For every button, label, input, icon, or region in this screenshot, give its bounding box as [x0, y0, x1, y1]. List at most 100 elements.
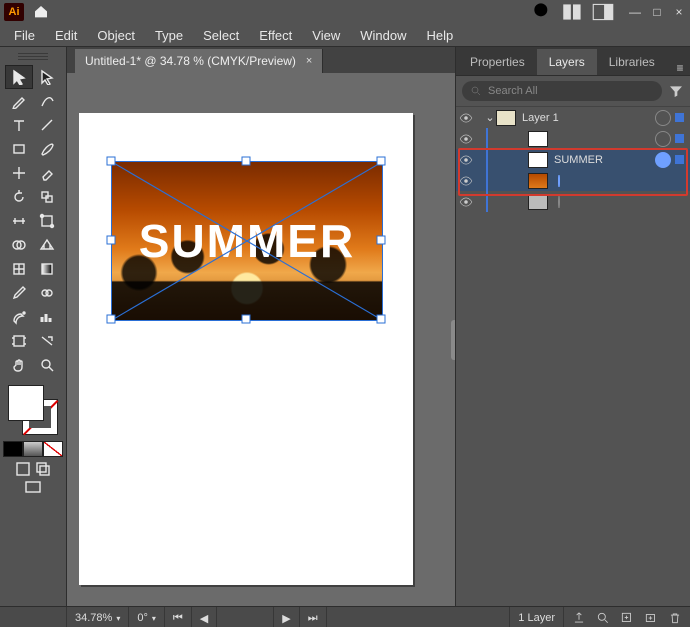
layer-name[interactable]: Layer 1	[522, 112, 651, 124]
direct-selection-tool[interactable]	[33, 65, 61, 89]
delete-layer-icon[interactable]	[668, 611, 682, 625]
layer-row[interactable]	[456, 128, 690, 149]
color-mode-swatch[interactable]	[23, 441, 43, 457]
visibility-toggle[interactable]	[456, 153, 476, 167]
visibility-toggle[interactable]	[456, 132, 476, 146]
fill-swatch[interactable]	[8, 385, 44, 421]
layer-twisty[interactable]: ⌄	[484, 111, 496, 124]
target-button[interactable]	[558, 196, 560, 208]
visibility-toggle[interactable]	[456, 111, 476, 125]
eraser-tool[interactable]	[33, 161, 61, 185]
locate-object-icon[interactable]	[596, 611, 610, 625]
zoom-level[interactable]: 34.78%▾	[67, 607, 129, 627]
target-button[interactable]	[655, 110, 671, 126]
selection-handle[interactable]	[377, 315, 386, 324]
new-layer-icon[interactable]	[644, 611, 658, 625]
artboard-nav-next[interactable]: ▶	[274, 607, 299, 627]
selection-handle[interactable]	[107, 157, 116, 166]
menu-file[interactable]: File	[4, 26, 45, 45]
rotate-tool[interactable]	[5, 185, 33, 209]
document-tab[interactable]: Untitled-1* @ 34.78 % (CMYK/Preview) ×	[75, 49, 323, 73]
window-close-button[interactable]: ×	[668, 3, 690, 21]
menu-edit[interactable]: Edit	[45, 26, 87, 45]
artboard-number[interactable]	[217, 607, 274, 627]
artboard-nav-last[interactable]: ⏭	[300, 607, 327, 627]
rectangle-tool[interactable]	[5, 137, 33, 161]
search-button[interactable]	[530, 2, 556, 22]
screen-mode-button[interactable]	[25, 479, 41, 495]
artboard-nav-prev[interactable]: ◀	[192, 607, 217, 627]
menu-effect[interactable]: Effect	[249, 26, 302, 45]
target-button[interactable]	[558, 175, 560, 187]
artboard-nav-first[interactable]: ⏮	[165, 607, 192, 627]
blend-tool[interactable]	[33, 281, 61, 305]
menu-help[interactable]: Help	[416, 26, 463, 45]
artboard-tool[interactable]	[5, 329, 33, 353]
panel-tab-properties[interactable]: Properties	[458, 49, 537, 75]
type-tool[interactable]	[5, 113, 33, 137]
menu-view[interactable]: View	[302, 26, 350, 45]
panel-tab-libraries[interactable]: Libraries	[597, 49, 667, 75]
gradient-tool[interactable]	[33, 257, 61, 281]
draw-mode-normal[interactable]	[15, 461, 31, 477]
visibility-toggle[interactable]	[456, 195, 476, 209]
zoom-tool[interactable]	[33, 353, 61, 377]
target-button[interactable]	[655, 131, 671, 147]
selection-handle[interactable]	[377, 236, 386, 245]
new-sublayer-icon[interactable]	[620, 611, 634, 625]
layer-name[interactable]	[554, 196, 690, 208]
target-button[interactable]	[655, 152, 671, 168]
layers-search-input[interactable]: Search All	[462, 81, 662, 101]
draw-mode-behind[interactable]	[35, 461, 51, 477]
layer-name[interactable]: SUMMER	[554, 154, 651, 166]
home-button[interactable]	[28, 2, 54, 22]
selection-handle[interactable]	[242, 315, 251, 324]
slice-tool[interactable]	[33, 329, 61, 353]
pen-tool[interactable]	[5, 89, 33, 113]
eyedropper-tool[interactable]	[5, 281, 33, 305]
menu-type[interactable]: Type	[145, 26, 193, 45]
color-mode-swatch[interactable]	[43, 441, 63, 457]
filter-icon[interactable]	[668, 83, 684, 99]
panel-menu-button[interactable]: ≡	[670, 61, 690, 75]
selection-handle[interactable]	[107, 315, 116, 324]
visibility-toggle[interactable]	[456, 174, 476, 188]
selection-handle[interactable]	[242, 157, 251, 166]
paintbrush-tool[interactable]	[33, 137, 61, 161]
workspace-switcher-button[interactable]	[590, 2, 616, 22]
shaper-tool[interactable]	[5, 161, 33, 185]
mesh-tool[interactable]	[5, 257, 33, 281]
export-icon[interactable]	[572, 611, 586, 625]
line-tool[interactable]	[33, 113, 61, 137]
selection-handle[interactable]	[377, 157, 386, 166]
layer-name[interactable]	[554, 175, 690, 187]
column-graph-tool[interactable]	[33, 305, 61, 329]
scale-tool[interactable]	[33, 185, 61, 209]
menu-object[interactable]: Object	[87, 26, 145, 45]
perspective-tool[interactable]	[33, 233, 61, 257]
menu-select[interactable]: Select	[193, 26, 249, 45]
arrange-documents-button[interactable]	[560, 2, 586, 22]
hand-tool[interactable]	[5, 353, 33, 377]
color-mode-swatch[interactable]	[3, 441, 23, 457]
layer-row[interactable]	[456, 170, 690, 191]
vertical-scrollbar[interactable]	[451, 320, 455, 360]
toolbox-grip[interactable]	[13, 51, 53, 61]
rotate-view[interactable]: 0°▾	[129, 607, 165, 627]
layer-row[interactable]	[456, 191, 690, 212]
window-minimize-button[interactable]: —	[624, 3, 646, 21]
artboard[interactable]: SUMMER	[79, 113, 413, 585]
document-tab-close[interactable]: ×	[306, 55, 312, 67]
menu-window[interactable]: Window	[350, 26, 416, 45]
window-maximize-button[interactable]: □	[646, 3, 668, 21]
layer-row[interactable]: ⌄ Layer 1	[456, 107, 690, 128]
curvature-tool[interactable]	[33, 89, 61, 113]
panel-tab-layers[interactable]: Layers	[537, 49, 597, 75]
selection-handle[interactable]	[107, 236, 116, 245]
selection-tool[interactable]	[5, 65, 33, 89]
free-transform-tool[interactable]	[33, 209, 61, 233]
width-tool[interactable]	[5, 209, 33, 233]
fill-stroke-control[interactable]	[6, 383, 60, 437]
shape-builder-tool[interactable]	[5, 233, 33, 257]
document-viewport[interactable]: SUMMER	[67, 73, 455, 606]
